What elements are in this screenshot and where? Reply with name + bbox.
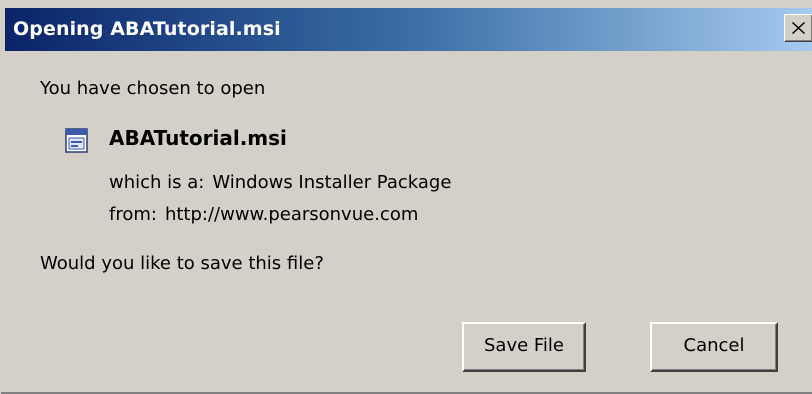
dialog-title: Opening ABATutorial.msi (13, 18, 281, 40)
open-file-dialog: Opening ABATutorial.msi You have chosen … (0, 0, 812, 394)
intro-text: You have chosen to open (40, 78, 266, 99)
file-source-line: from: http://www.pearsonvue.com (109, 203, 418, 227)
file-type-value: Windows Installer Package (212, 172, 452, 193)
file-name: ABATutorial.msi (109, 126, 287, 150)
cancel-button[interactable]: Cancel (650, 322, 778, 372)
save-question: Would you like to save this file? (40, 253, 324, 274)
file-type-line: which is a: Windows Installer Package (109, 171, 451, 195)
file-type-label: which is a: (109, 172, 205, 193)
title-bar[interactable]: Opening ABATutorial.msi (5, 8, 812, 51)
save-file-button[interactable]: Save File (462, 322, 586, 372)
file-source-label: from: (109, 204, 157, 225)
file-source-value: http://www.pearsonvue.com (164, 204, 419, 225)
close-icon (792, 22, 805, 34)
msi-file-icon (65, 128, 88, 153)
close-button[interactable] (784, 14, 812, 42)
